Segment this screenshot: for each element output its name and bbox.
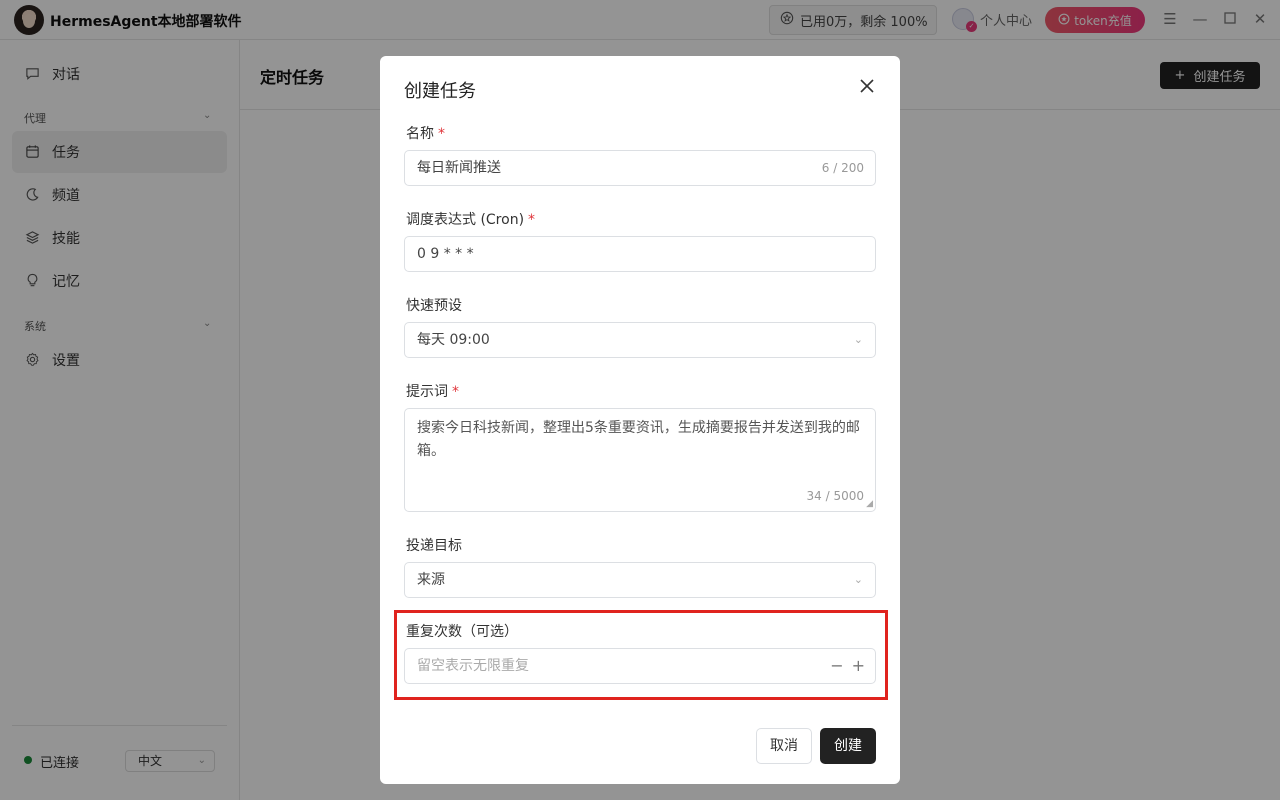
repeat-count-input[interactable]: 留空表示无限重复 − +	[404, 648, 876, 684]
dialog-title: 创建任务	[404, 81, 476, 102]
name-label: 名称 *	[406, 123, 445, 143]
cron-label-text: 调度表达式 (Cron)	[406, 212, 525, 228]
prompt-char-counter: 34 / 5000	[806, 489, 864, 503]
quantity-stepper: − +	[830, 649, 865, 683]
preset-select[interactable]: 每天 09:00 ⌄	[404, 322, 876, 358]
repeat-label: 重复次数（可选）	[406, 624, 518, 640]
prompt-label-text: 提示词	[406, 384, 448, 400]
name-label-text: 名称	[406, 126, 434, 142]
prompt-textarea[interactable]: 搜索今日科技新闻，整理出5条重要资讯，生成摘要报告并发送到我的邮箱。 34 / …	[404, 408, 876, 512]
plus-icon[interactable]: +	[852, 649, 865, 683]
delivery-target-select[interactable]: 来源 ⌄	[404, 562, 876, 598]
close-icon[interactable]	[856, 78, 878, 100]
cron-input[interactable]: 0 9 * * *	[404, 236, 876, 272]
create-task-dialog: 创建任务 名称 * 每日新闻推送 6 / 200 调度表达式 (Cron) * 0 …	[380, 56, 900, 784]
cron-value: 0 9 * * *	[417, 246, 474, 262]
cron-label: 调度表达式 (Cron) *	[406, 209, 535, 229]
create-button[interactable]: 创建	[820, 728, 876, 764]
target-value: 来源	[417, 572, 445, 588]
chevron-down-icon: ⌄	[853, 333, 863, 346]
prompt-value: 搜索今日科技新闻，整理出5条重要资讯，生成摘要报告并发送到我的邮箱。	[417, 420, 860, 459]
required-mark: *	[528, 212, 536, 228]
preset-label: 快速预设	[406, 298, 462, 314]
resize-handle-icon[interactable]: ◢	[866, 500, 873, 509]
prompt-label: 提示词 *	[406, 381, 459, 401]
required-mark: *	[452, 384, 459, 400]
repeat-placeholder: 留空表示无限重复	[417, 658, 529, 674]
cancel-button[interactable]: 取消	[756, 728, 812, 764]
required-mark: *	[438, 126, 445, 142]
name-value: 每日新闻推送	[417, 160, 501, 176]
name-input[interactable]: 每日新闻推送 6 / 200	[404, 150, 876, 186]
chevron-down-icon: ⌄	[853, 573, 863, 586]
target-label: 投递目标	[406, 538, 462, 554]
preset-value: 每天 09:00	[417, 332, 490, 348]
minus-icon[interactable]: −	[830, 649, 843, 683]
name-char-counter: 6 / 200	[821, 161, 864, 175]
